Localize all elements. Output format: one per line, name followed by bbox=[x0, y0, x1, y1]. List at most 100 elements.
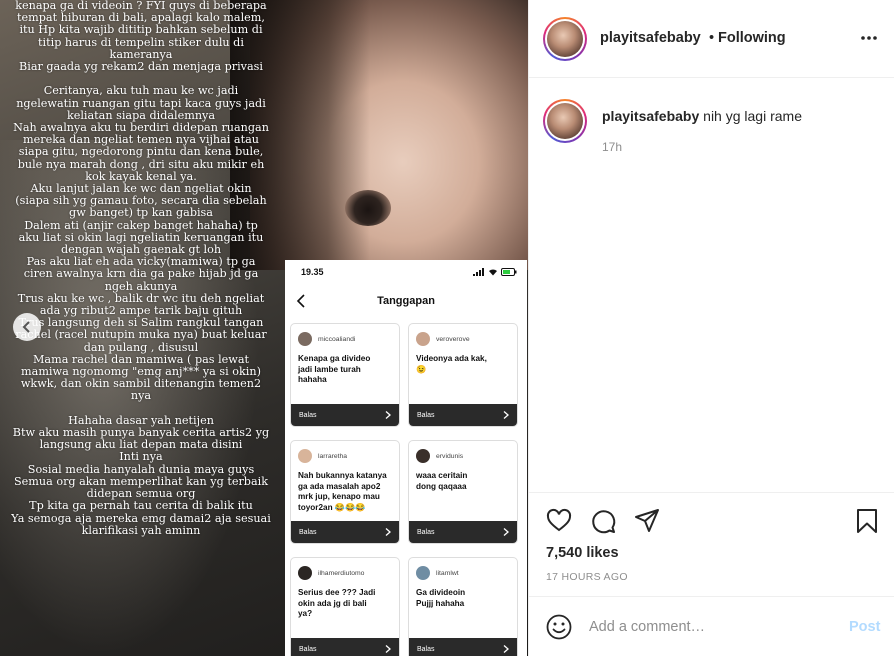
avatar bbox=[416, 566, 430, 580]
signal-icon bbox=[473, 268, 484, 276]
reply-label: Balas bbox=[299, 528, 317, 536]
response-card: litamlwt Ga divideoin Pujjj hahaha Balas bbox=[408, 557, 518, 656]
story-text-line: Ya semoga aja mereka emg damai2 aja sesu… bbox=[11, 511, 271, 525]
story-text-line: itu Hp kita wajib dititip bahkan sebelum… bbox=[19, 23, 263, 37]
story-text-line: klarifikasi yah aminn bbox=[81, 523, 201, 537]
more-options-icon[interactable] bbox=[859, 28, 879, 48]
chevron-right-icon bbox=[503, 528, 509, 536]
chevron-right-icon bbox=[503, 645, 509, 653]
comment-input[interactable] bbox=[589, 615, 829, 639]
response-message: Serius dee ??? Jadi okin ada jg di bali … bbox=[298, 588, 376, 618]
response-card: ervidunis waaa ceritain dong qaqaaa Balas bbox=[408, 440, 518, 544]
action-bar: 7,540 likes 17 HOURS AGO bbox=[529, 492, 894, 596]
story-text-line: rachel (racel nutupin muka nya) buat kel… bbox=[15, 328, 267, 342]
avatar bbox=[298, 332, 312, 346]
phone-nav-bar: Tanggapan bbox=[285, 284, 527, 318]
response-username: ilhamerdiutomo bbox=[318, 569, 365, 577]
avatar bbox=[298, 449, 312, 463]
comment-icon[interactable] bbox=[589, 507, 617, 535]
post-header: playitsafebaby • Following bbox=[529, 0, 894, 78]
response-card: miccoaliandi Kenapa ga divideo jadi lambe… bbox=[290, 323, 400, 427]
caption-username[interactable]: playitsafebaby bbox=[602, 108, 699, 124]
previous-media-button[interactable] bbox=[13, 313, 41, 341]
avatar bbox=[298, 566, 312, 580]
response-message: Ga divideoin Pujjj hahaha bbox=[416, 588, 466, 608]
phone-time: 19.35 bbox=[301, 267, 324, 277]
reply-bar: Balas bbox=[291, 638, 399, 656]
response-message: Nah bukannya katanya ga ada masalah apo2… bbox=[298, 471, 387, 512]
response-grid: miccoaliandi Kenapa ga divideo jadi lambe… bbox=[285, 318, 527, 656]
emoji-icon[interactable] bbox=[545, 613, 573, 641]
post-media: kenapa ga di videoin ? FYI guys di beber… bbox=[0, 0, 528, 656]
story-text-line: Tp kita ga pernah tau cerita di balik it… bbox=[29, 499, 253, 513]
phone-status-bar: 19.35 bbox=[285, 260, 527, 284]
post-timestamp: 17 HOURS AGO bbox=[546, 571, 628, 583]
reply-bar: Balas bbox=[291, 521, 399, 543]
response-message: waaa ceritain dong qaqaaa bbox=[416, 471, 468, 491]
avatar bbox=[416, 332, 430, 346]
chevron-right-icon bbox=[385, 411, 391, 419]
response-message: Videonya ada kak, 😉 bbox=[416, 354, 487, 374]
chevron-right-icon bbox=[503, 411, 509, 419]
response-username: miccoaliandi bbox=[318, 335, 356, 343]
caption-section: playitsafebaby nih yg lagi rame 17h bbox=[529, 78, 894, 492]
reply-bar: Balas bbox=[409, 521, 517, 543]
battery-icon bbox=[501, 268, 517, 276]
phone-screenshot: 19.35 Tanggapan miccoaliandi Kenapa ga d… bbox=[285, 260, 527, 656]
chevron-right-icon bbox=[385, 528, 391, 536]
story-text-line: Inti nya bbox=[119, 450, 163, 464]
story-text-overlay: kenapa ga di videoin ? FYI guys di beber… bbox=[0, 0, 282, 537]
chevron-left-icon bbox=[22, 321, 30, 333]
heart-icon[interactable] bbox=[545, 507, 573, 535]
story-text-line: ciren awalnya krn dia ga pake hijab jd g… bbox=[23, 267, 259, 281]
caption-body: nih yg lagi rame bbox=[703, 108, 802, 124]
post-sidebar: playitsafebaby • Following playitsafebab… bbox=[528, 0, 894, 656]
response-card-header: ilhamerdiutomo bbox=[291, 558, 399, 582]
caption-time: 17h bbox=[602, 140, 623, 154]
story-text-line: nya bbox=[130, 389, 152, 403]
response-message: Kenapa ga divideo jadi lambe turah hahah… bbox=[298, 354, 371, 384]
reply-bar: Balas bbox=[291, 404, 399, 426]
chevron-right-icon bbox=[385, 645, 391, 653]
reply-bar: Balas bbox=[409, 638, 517, 656]
story-text-line: bule nya marah dong , dri situ aku mikir… bbox=[17, 157, 265, 171]
caption-text: playitsafebaby nih yg lagi rame bbox=[602, 108, 802, 124]
response-card-header: veroverove bbox=[409, 324, 517, 348]
photo-eye bbox=[345, 190, 391, 226]
response-card: veroverove Videonya ada kak, 😉 Balas bbox=[408, 323, 518, 427]
wifi-icon bbox=[489, 269, 497, 276]
story-text-line: gw banget) tp kan gabisa bbox=[69, 206, 213, 220]
story-text-line: ngelewatin ruangan gitu tapi kaca guys j… bbox=[16, 96, 266, 110]
reply-label: Balas bbox=[417, 528, 435, 536]
bookmark-icon[interactable] bbox=[853, 507, 881, 535]
response-username: veroverove bbox=[436, 335, 470, 343]
reply-bar: Balas bbox=[409, 404, 517, 426]
avatar bbox=[416, 449, 430, 463]
response-card: larraretha Nah bukannya katanya ga ada ma… bbox=[290, 440, 400, 544]
header-avatar[interactable] bbox=[543, 17, 587, 61]
reply-label: Balas bbox=[299, 411, 317, 419]
share-icon[interactable] bbox=[633, 507, 661, 535]
header-username[interactable]: playitsafebaby bbox=[600, 30, 701, 46]
caption-avatar[interactable] bbox=[543, 99, 587, 143]
story-text-line: Dalem ati (anjir cakep banget hahaha) tp bbox=[24, 218, 258, 232]
response-username: larraretha bbox=[318, 452, 348, 460]
header-separator: • bbox=[709, 30, 715, 46]
story-text-line: Ceritanya, aku tuh mau ke wc jadi bbox=[43, 84, 239, 98]
response-card-header: ervidunis bbox=[409, 441, 517, 465]
post-comment-button[interactable]: Post bbox=[849, 619, 880, 635]
response-card-header: larraretha bbox=[291, 441, 399, 465]
comment-form: Post bbox=[529, 596, 894, 656]
phone-status-icons bbox=[473, 268, 517, 276]
reply-label: Balas bbox=[417, 645, 435, 653]
response-username: ervidunis bbox=[436, 452, 464, 460]
response-card-header: litamlwt bbox=[409, 558, 517, 582]
story-text-line: siapa gitu, ngedorong pintu dan kena bul… bbox=[18, 145, 264, 159]
response-card: ilhamerdiutomo Serius dee ??? Jadi okin a… bbox=[290, 557, 400, 656]
following-button[interactable]: Following bbox=[718, 30, 786, 46]
likes-count[interactable]: 7,540 likes bbox=[546, 545, 619, 561]
response-card-header: miccoaliandi bbox=[291, 324, 399, 348]
reply-label: Balas bbox=[417, 411, 435, 419]
response-username: litamlwt bbox=[436, 569, 459, 577]
story-text-line: titip harus di tempelin stiker dulu di bbox=[38, 35, 244, 49]
